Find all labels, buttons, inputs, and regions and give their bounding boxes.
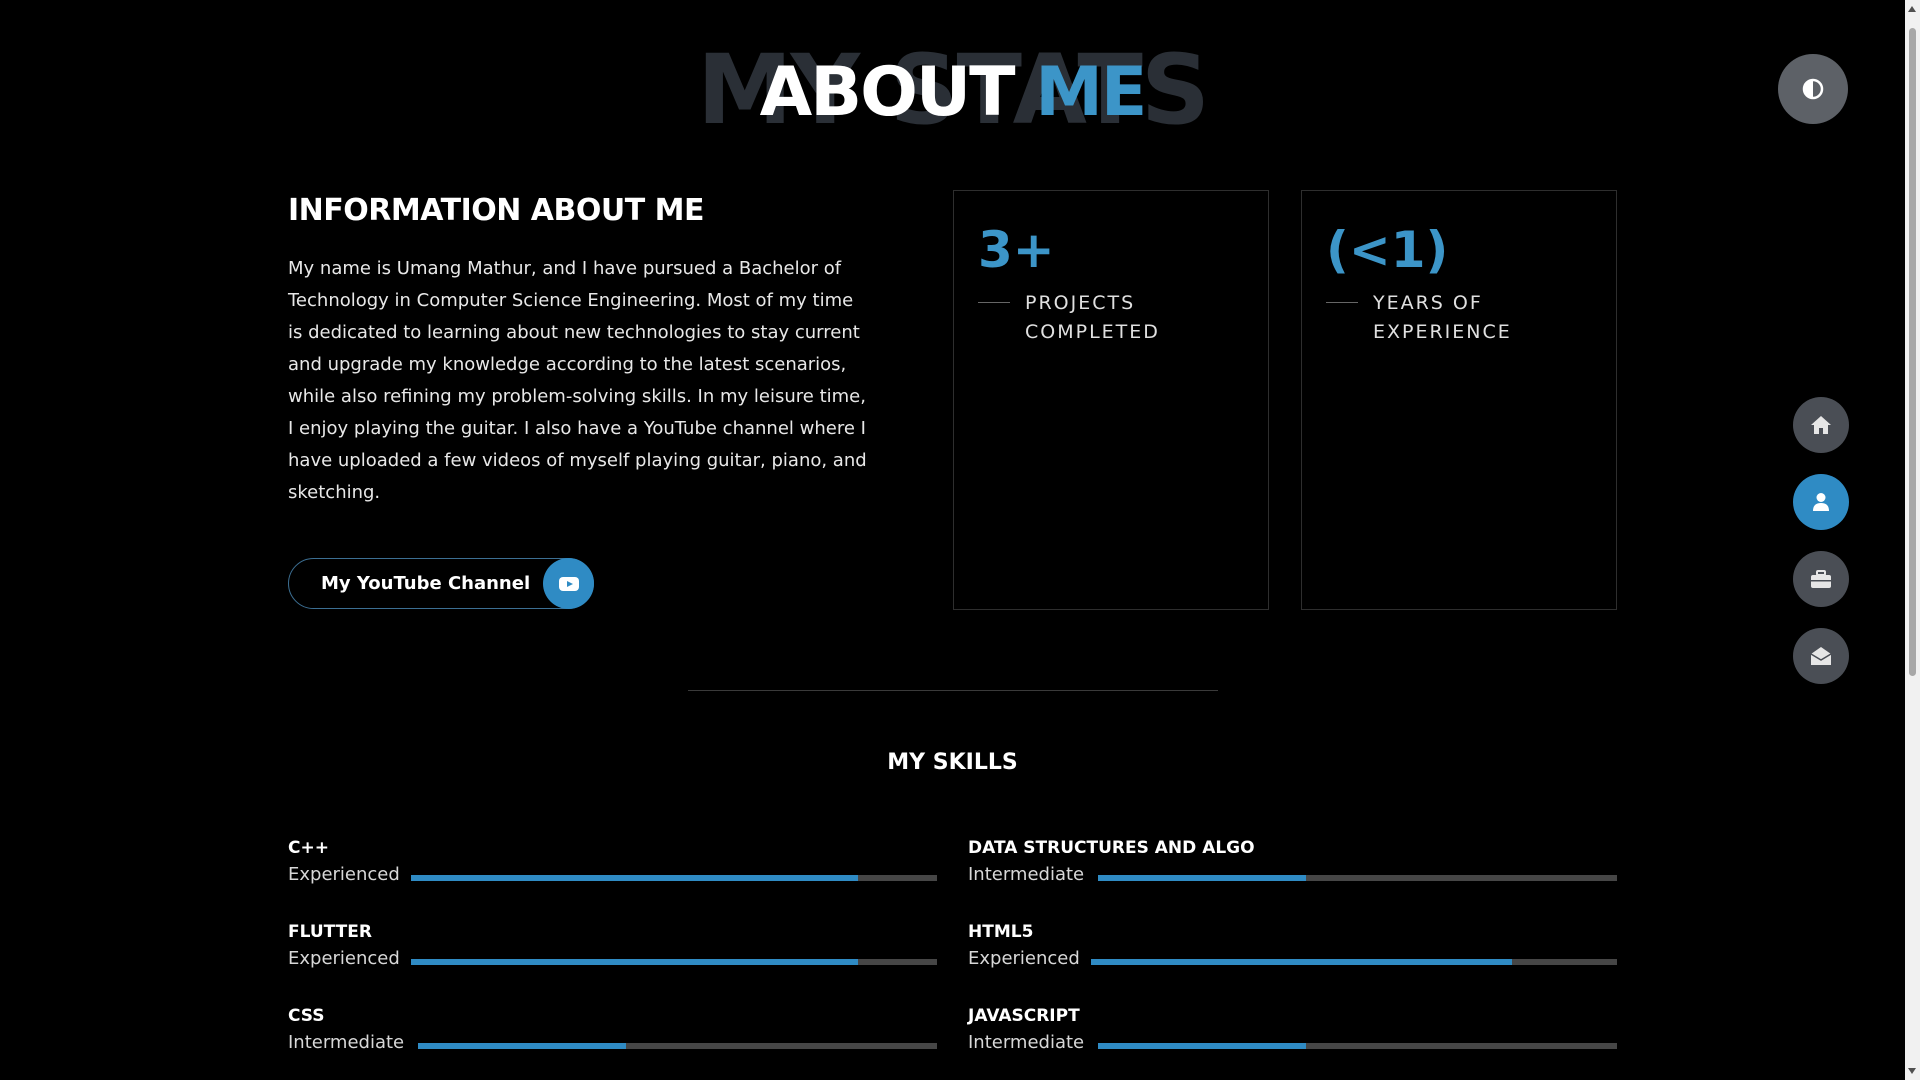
page-heading: MY STATS ABOUT ME <box>0 40 1905 140</box>
stat-number: 3+ <box>978 221 1055 279</box>
stat-label: PROJECTS COMPLETED <box>1025 289 1160 347</box>
section-divider <box>688 690 1218 691</box>
stat-card-projects: 3+ PROJECTS COMPLETED <box>953 190 1269 610</box>
skill-bar <box>1098 875 1617 881</box>
skill-name: CSS <box>288 1006 325 1026</box>
skill-bar <box>1091 959 1617 965</box>
skill-bar-fill <box>1098 875 1306 881</box>
stat-label-line1: PROJECTS <box>1025 292 1136 314</box>
skill-level: Intermediate <box>968 1032 1085 1053</box>
envelope-open-icon <box>1810 647 1832 665</box>
info-paragraph: My name is Umang Mathur, and I have purs… <box>288 258 867 503</box>
page-title-main: ABOUT <box>759 53 1016 132</box>
info-title: INFORMATION ABOUT ME <box>288 193 705 228</box>
theme-toggle-button[interactable] <box>1778 54 1848 124</box>
scroll-down-arrow-icon[interactable] <box>1908 1068 1916 1074</box>
stat-label-line2: EXPERIENCE <box>1373 321 1512 343</box>
skills-title: MY SKILLS <box>887 750 1018 775</box>
skill-name: C++ <box>288 838 329 858</box>
stat-card-experience: (<1) YEARS OF EXPERIENCE <box>1301 190 1617 610</box>
skill-level: Experienced <box>288 864 400 885</box>
skill-bar <box>1098 1043 1617 1049</box>
stat-dash <box>978 302 1010 303</box>
youtube-channel-button[interactable]: My YouTube Channel <box>288 558 594 609</box>
briefcase-icon <box>1811 569 1831 588</box>
youtube-button-label: My YouTube Channel <box>321 573 531 594</box>
skill-bar-fill <box>1091 959 1512 965</box>
half-circle-contrast-icon <box>1802 78 1824 100</box>
stat-dash <box>1326 302 1358 303</box>
nav-contact-button[interactable] <box>1793 628 1849 684</box>
page-title: ABOUT ME <box>0 48 1905 138</box>
skill-bar-fill <box>1098 1043 1306 1049</box>
skill-level: Intermediate <box>968 864 1085 885</box>
nav-home-button[interactable] <box>1793 397 1849 453</box>
skill-name: JAVASCRIPT <box>968 1006 1080 1026</box>
scroll-thumb[interactable] <box>1909 28 1916 676</box>
skill-level: Intermediate <box>288 1032 405 1053</box>
side-navigation <box>1793 397 1849 705</box>
skill-level: Experienced <box>288 948 400 969</box>
youtube-icon <box>543 558 594 609</box>
page-title-accent: ME <box>1035 53 1147 132</box>
nav-about-button[interactable] <box>1793 474 1849 530</box>
skill-bar <box>411 875 937 881</box>
scroll-up-arrow-icon[interactable] <box>1908 6 1916 12</box>
skill-name: FLUTTER <box>288 922 372 942</box>
skill-name: HTML5 <box>968 922 1034 942</box>
skill-bar-fill <box>411 959 859 965</box>
home-icon <box>1811 416 1831 434</box>
nav-portfolio-button[interactable] <box>1793 551 1849 607</box>
user-icon <box>1813 493 1829 511</box>
skill-bar-fill <box>411 875 859 881</box>
skill-level: Experienced <box>968 948 1080 969</box>
skill-bar <box>411 959 937 965</box>
stat-label-line2: COMPLETED <box>1025 321 1160 343</box>
stat-number: (<1) <box>1326 221 1449 279</box>
skill-name: DATA STRUCTURES AND ALGO <box>968 838 1255 858</box>
skill-bar <box>418 1043 937 1049</box>
page-scrollbar[interactable] <box>1905 0 1920 1080</box>
stat-label-line1: YEARS OF <box>1373 292 1483 314</box>
stat-label: YEARS OF EXPERIENCE <box>1373 289 1512 347</box>
skill-bar-fill <box>418 1043 626 1049</box>
